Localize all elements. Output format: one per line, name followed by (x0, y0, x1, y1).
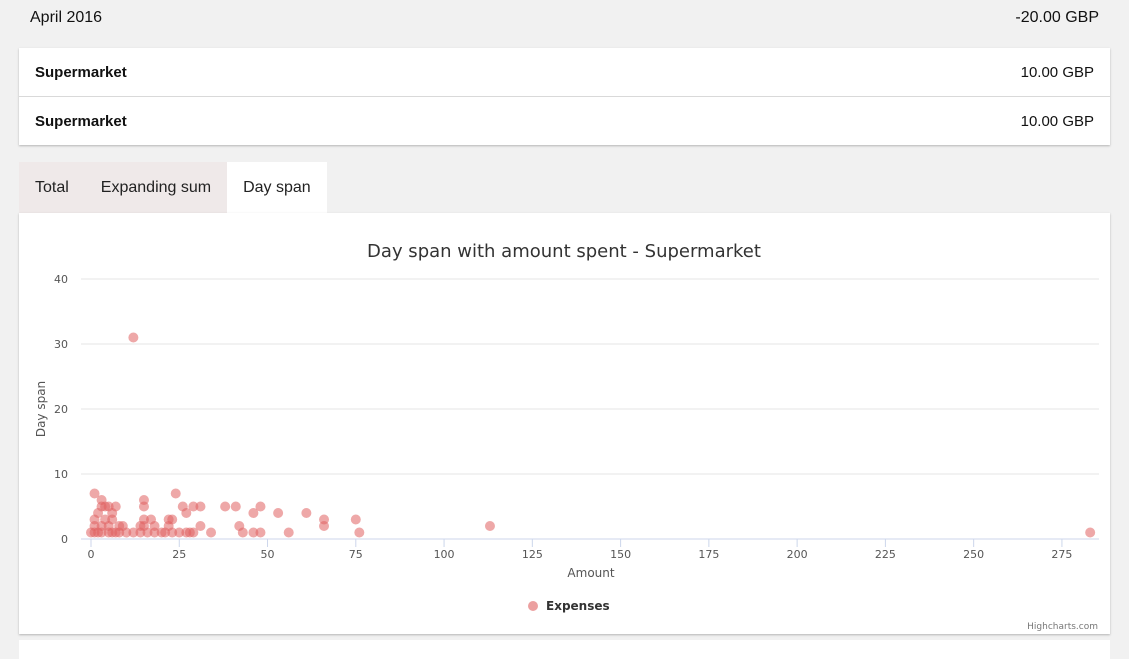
data-point[interactable] (220, 501, 231, 512)
legend[interactable]: Expenses (528, 599, 610, 613)
transaction-row[interactable]: Supermarket 10.00 GBP (19, 48, 1110, 97)
x-tick-label: 150 (610, 548, 631, 561)
next-card (19, 640, 1110, 659)
data-point[interactable] (195, 501, 206, 512)
data-point[interactable] (301, 508, 312, 518)
x-tick-label: 200 (787, 548, 808, 561)
transaction-name: Supermarket (35, 113, 127, 130)
y-tick-label: 20 (54, 403, 68, 416)
data-point[interactable] (188, 527, 199, 538)
x-tick-label: 0 (88, 548, 95, 561)
data-point[interactable] (181, 508, 192, 518)
transaction-name: Supermarket (35, 64, 127, 81)
chart-tabs: Total Expanding sum Day span (19, 162, 327, 213)
data-point[interactable] (237, 527, 248, 538)
data-point[interactable] (230, 501, 241, 512)
data-point[interactable] (273, 508, 284, 518)
scatter-chart: Day span with amount spent - Supermarket… (34, 241, 1099, 632)
y-tick-label: 40 (54, 273, 68, 286)
y-axis-label: Day span (34, 381, 48, 437)
x-tick-label: 125 (522, 548, 543, 561)
x-tick-label: 250 (963, 548, 984, 561)
grid-lines (81, 278, 1099, 475)
chart-title: Day span with amount spent - Supermarket (367, 241, 761, 262)
data-point[interactable] (354, 527, 365, 538)
data-point[interactable] (206, 527, 217, 538)
tab-total[interactable]: Total (19, 162, 85, 213)
transaction-amount: 10.00 GBP (1020, 113, 1094, 130)
data-point[interactable] (248, 508, 259, 518)
data-point[interactable] (1085, 527, 1096, 538)
x-axis-label: Amount (567, 566, 614, 580)
chart-panel: Day span with amount spent - Supermarket… (19, 213, 1110, 634)
month-label: April 2016 (30, 9, 103, 26)
month-total: -20.00 GBP (1015, 9, 1099, 26)
data-point[interactable] (255, 527, 266, 538)
data-points (86, 332, 1096, 538)
x-tick-label: 50 (261, 548, 275, 561)
data-point[interactable] (484, 521, 495, 531)
transaction-row[interactable]: Supermarket 10.00 GBP (19, 97, 1110, 145)
x-tick-label: 275 (1051, 548, 1072, 561)
x-tick-label: 225 (875, 548, 896, 561)
data-point[interactable] (350, 514, 361, 525)
data-point[interactable] (128, 332, 139, 343)
y-tick-label: 10 (54, 468, 68, 481)
data-point[interactable] (283, 527, 294, 538)
legend-label: Expenses (546, 599, 610, 613)
x-tick-label: 100 (434, 548, 455, 561)
month-summary-row: April 2016 -20.00 GBP (0, 0, 1129, 40)
tab-day-span[interactable]: Day span (227, 162, 327, 213)
highcharts-credit[interactable]: Highcharts.com (1027, 622, 1098, 632)
x-tick-label: 175 (698, 548, 719, 561)
data-point[interactable] (138, 501, 149, 512)
y-tick-label: 0 (61, 533, 68, 546)
y-tick-label: 30 (54, 338, 68, 351)
data-point[interactable] (319, 521, 330, 531)
transaction-amount: 10.00 GBP (1020, 64, 1094, 81)
x-axis-ticks: 0 25 50 75 100 125 150 175 200 225 250 275 (88, 539, 1072, 561)
tab-expanding-sum[interactable]: Expanding sum (85, 162, 227, 213)
data-point[interactable] (170, 488, 181, 499)
legend-marker (528, 601, 538, 611)
x-tick-label: 75 (349, 548, 363, 561)
transaction-list: Supermarket 10.00 GBP Supermarket 10.00 … (19, 48, 1110, 145)
x-tick-label: 25 (172, 548, 186, 561)
y-axis-ticks: 0 10 20 30 40 (54, 273, 68, 546)
